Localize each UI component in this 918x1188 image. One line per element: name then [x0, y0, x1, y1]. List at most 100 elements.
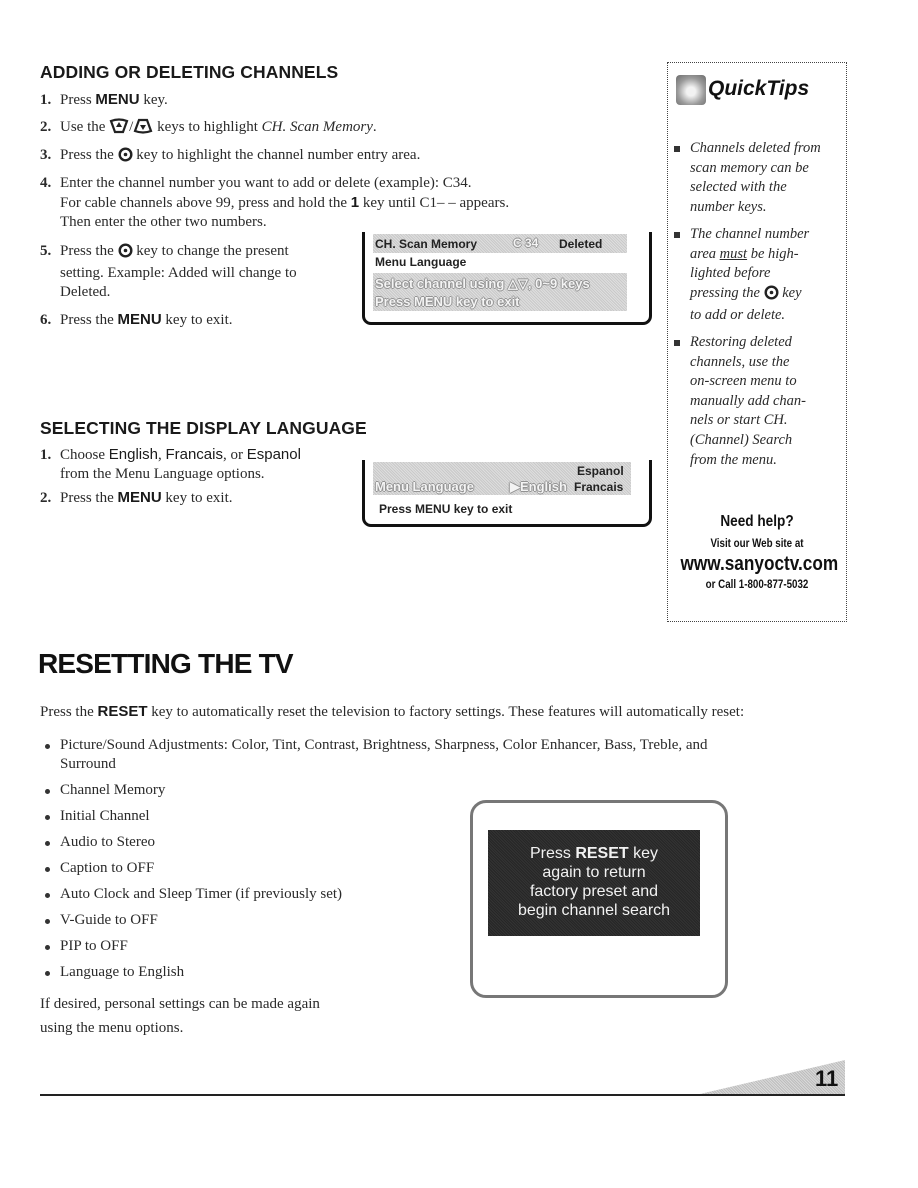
up-arrow-key-icon	[109, 118, 129, 140]
reset-list-item: PIP to OFF	[42, 937, 128, 956]
support-website-link[interactable]: www.sanyoctv.com	[680, 553, 838, 576]
step-text-continued: Then enter the other two numbers.	[60, 214, 267, 230]
footer-divider	[40, 1094, 845, 1096]
step-text: Press the	[60, 147, 118, 163]
enter-key-icon	[764, 285, 779, 307]
reset-item-text: Auto Clock and Sleep Timer (if previousl…	[60, 886, 343, 902]
tip-text: pressing the	[690, 284, 764, 301]
step-number: 2.	[40, 119, 52, 135]
osd-language-selected[interactable]: ▶English	[510, 479, 567, 495]
bullet-dot-icon	[45, 893, 50, 898]
reset-item-text: Caption to OFF	[60, 860, 155, 876]
tip-text: number keys.	[690, 198, 767, 215]
tip-text: area must be high-	[674, 245, 842, 265]
osd-channel-number: C 34	[513, 236, 539, 250]
step-text: Press the	[60, 243, 118, 259]
adding-step-6: 6. Press the MENU key to exit.	[40, 310, 233, 330]
tip-item: Restoring deleted channels, use the on-s…	[674, 333, 842, 470]
adding-channels-heading: ADDING OR DELETING CHANNELS	[40, 62, 339, 82]
reset-list-item: Picture/Sound Adjustments: Color, Tint, …	[42, 736, 822, 774]
reset-list-item: Channel Memory	[42, 781, 165, 800]
reset-item-text: Audio to Stereo	[60, 834, 155, 850]
reset-list-item: Initial Channel	[42, 807, 150, 826]
step-text: key to highlight the channel number entr…	[132, 147, 421, 163]
tip-text: scan memory can be	[690, 159, 809, 176]
support-phone-number: or Call 1-800-877-5032	[705, 579, 809, 591]
intro-text: key to automatically reset the televisio…	[147, 704, 745, 720]
reset-item-text: Picture/Sound Adjustments: Color, Tint, …	[60, 737, 708, 753]
tip-text: lighted before	[690, 265, 771, 282]
step-text: key to exit.	[161, 490, 233, 506]
screen-text-line: Press RESET key	[488, 844, 700, 863]
step-text-continued: setting. Example: Added will change to	[60, 265, 297, 281]
reset-outro: If desired, personal settings can be mad…	[40, 992, 320, 1040]
step-text: Use the	[60, 119, 110, 135]
reset-intro: Press the RESET key to automatically res…	[40, 703, 744, 721]
step-text-continued: Deleted.	[60, 284, 111, 300]
tip-text: to add or delete.	[690, 307, 786, 324]
emphasis-must: must	[719, 245, 748, 262]
reset-key-label: RESET	[97, 703, 148, 720]
quicktips-box: QuickTips Channels deleted from scan mem…	[667, 62, 847, 622]
step-text: Enter the channel number you want to add…	[60, 175, 472, 191]
one-key-label: 1	[350, 194, 360, 211]
osd-language-option-espanol[interactable]: Espanol	[577, 464, 624, 478]
step-number: 5.	[40, 243, 52, 259]
bullet-square-icon	[674, 340, 680, 346]
tip-item: Channels deleted from scan memory can be…	[674, 139, 842, 217]
step-text: key to exit.	[161, 312, 233, 328]
tip-text: selected with the	[690, 179, 787, 196]
osd-hint-press-menu: Press MENU key to exit	[375, 294, 520, 309]
osd-menu-language-label: Menu Language	[375, 255, 467, 269]
bullet-dot-icon	[45, 867, 50, 872]
reset-list-item: V-Guide to OFF	[42, 911, 158, 930]
menu-language-osd: Menu Language ▶English Espanol Francais …	[362, 460, 652, 527]
screen-reset-key: RESET	[575, 845, 629, 862]
step-number: 3.	[40, 147, 52, 163]
osd-ch-scan-memory-label: CH. Scan Memory	[375, 237, 478, 251]
tip-text: nels or start CH.	[690, 412, 788, 429]
bullet-dot-icon	[45, 945, 50, 950]
reset-item-text: Language to English	[60, 964, 185, 980]
bullet-dot-icon	[45, 841, 50, 846]
bullet-dot-icon	[45, 971, 50, 976]
bullet-square-icon	[674, 146, 680, 152]
need-help-title: Need help?	[720, 513, 794, 530]
separator: , or	[222, 447, 247, 463]
tip-text: (Channel) Search	[690, 431, 793, 448]
tip-text: The channel number	[690, 226, 810, 242]
outro-text: using the menu options.	[40, 1020, 184, 1036]
reset-item-text-continued: Surround	[60, 756, 116, 772]
tip-text: key	[778, 284, 802, 301]
tip-item: The channel number area must be high- li…	[674, 225, 842, 326]
osd-channel-status: Deleted	[559, 237, 603, 251]
adding-step-2: 2. Use the / keys to highlight CH. Scan M…	[40, 118, 377, 140]
screen-text: key	[628, 845, 659, 862]
option-francais: Francais	[165, 446, 223, 463]
screen-text-line: begin channel search	[517, 902, 671, 919]
step-text: key until C1– – appears.	[359, 195, 510, 211]
osd-press-menu-footer: Press MENU key to exit	[379, 502, 513, 516]
osd-highlight-row: CH. Scan Memory C 34 Deleted	[373, 234, 627, 253]
tv-screen-illustration: Press RESET key again to return factory …	[470, 800, 728, 998]
tip-text: be high-	[747, 245, 799, 262]
osd-menu-language-label: Menu Language	[375, 479, 474, 494]
tip-text: manually add chan-	[690, 392, 806, 409]
step-text: keys to highlight	[153, 119, 262, 135]
display-language-heading: SELECTING THE DISPLAY LANGUAGE	[40, 418, 367, 438]
tip-text: Channels deleted from	[690, 140, 821, 156]
osd-highlight-row: Menu Language ▶English Espanol Francais	[373, 462, 631, 495]
adding-step-3: 3. Press the key to highlight the channel…	[40, 146, 420, 168]
osd-language-option-francais[interactable]: Francais	[574, 480, 623, 494]
adding-step-5: 5. Press the key to change the present se…	[40, 242, 340, 302]
step-number: 6.	[40, 312, 52, 328]
menu-item-reference: CH. Scan Memory	[261, 119, 373, 135]
step-text-continued: from the Menu Language options.	[60, 466, 265, 482]
osd-hint-area: Select channel using △▽, 0~9 keys Press …	[373, 273, 627, 311]
reset-item-text: PIP to OFF	[60, 938, 128, 954]
language-step-1: 1. Choose English, Francais, or Espanol f…	[40, 445, 301, 484]
step-text: Choose	[60, 447, 109, 463]
page-number: 11	[815, 1066, 839, 1091]
tip-text: Restoring deleted	[690, 334, 792, 350]
menu-key-label: MENU	[95, 91, 140, 108]
